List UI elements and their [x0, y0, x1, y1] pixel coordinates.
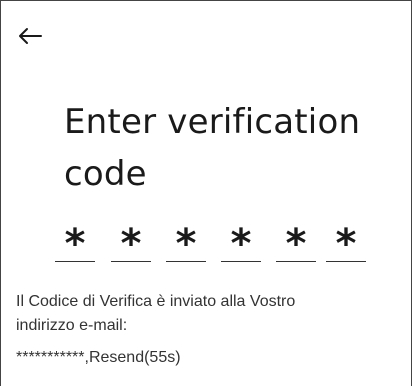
code-digit-3[interactable]: * [166, 218, 206, 266]
code-digit-3-value: * [173, 221, 199, 267]
resend-link[interactable]: Resend(55s) [89, 349, 181, 366]
code-digit-1-value: * [62, 221, 88, 267]
back-button[interactable] [16, 22, 44, 50]
code-digit-6-value: * [333, 221, 359, 267]
arrow-left-icon [19, 28, 42, 44]
code-digit-4-value: * [228, 221, 254, 267]
page-title-line1: Enter verification [64, 102, 361, 142]
email-line: ***********,Resend(55s) [16, 346, 181, 370]
info-line2: indirizzo e-mail: [16, 317, 128, 334]
page-title-line2: code [64, 154, 147, 194]
code-digit-5-value: * [283, 221, 309, 267]
code-digit-2-value: * [118, 221, 144, 267]
code-digit-1[interactable]: * [55, 218, 95, 266]
verification-info: Il Codice di Verifica è inviato alla Vos… [16, 290, 406, 338]
code-digit-6[interactable]: * [326, 218, 366, 266]
verification-code-input[interactable]: * * * * * * [55, 218, 375, 266]
code-digit-5[interactable]: * [276, 218, 316, 266]
info-line1: Il Codice di Verifica è inviato alla Vos… [16, 293, 296, 310]
masked-email: *********** [16, 349, 85, 366]
code-digit-4[interactable]: * [221, 218, 261, 266]
code-digit-2[interactable]: * [111, 218, 151, 266]
page-title: Enter verification code [64, 96, 394, 200]
